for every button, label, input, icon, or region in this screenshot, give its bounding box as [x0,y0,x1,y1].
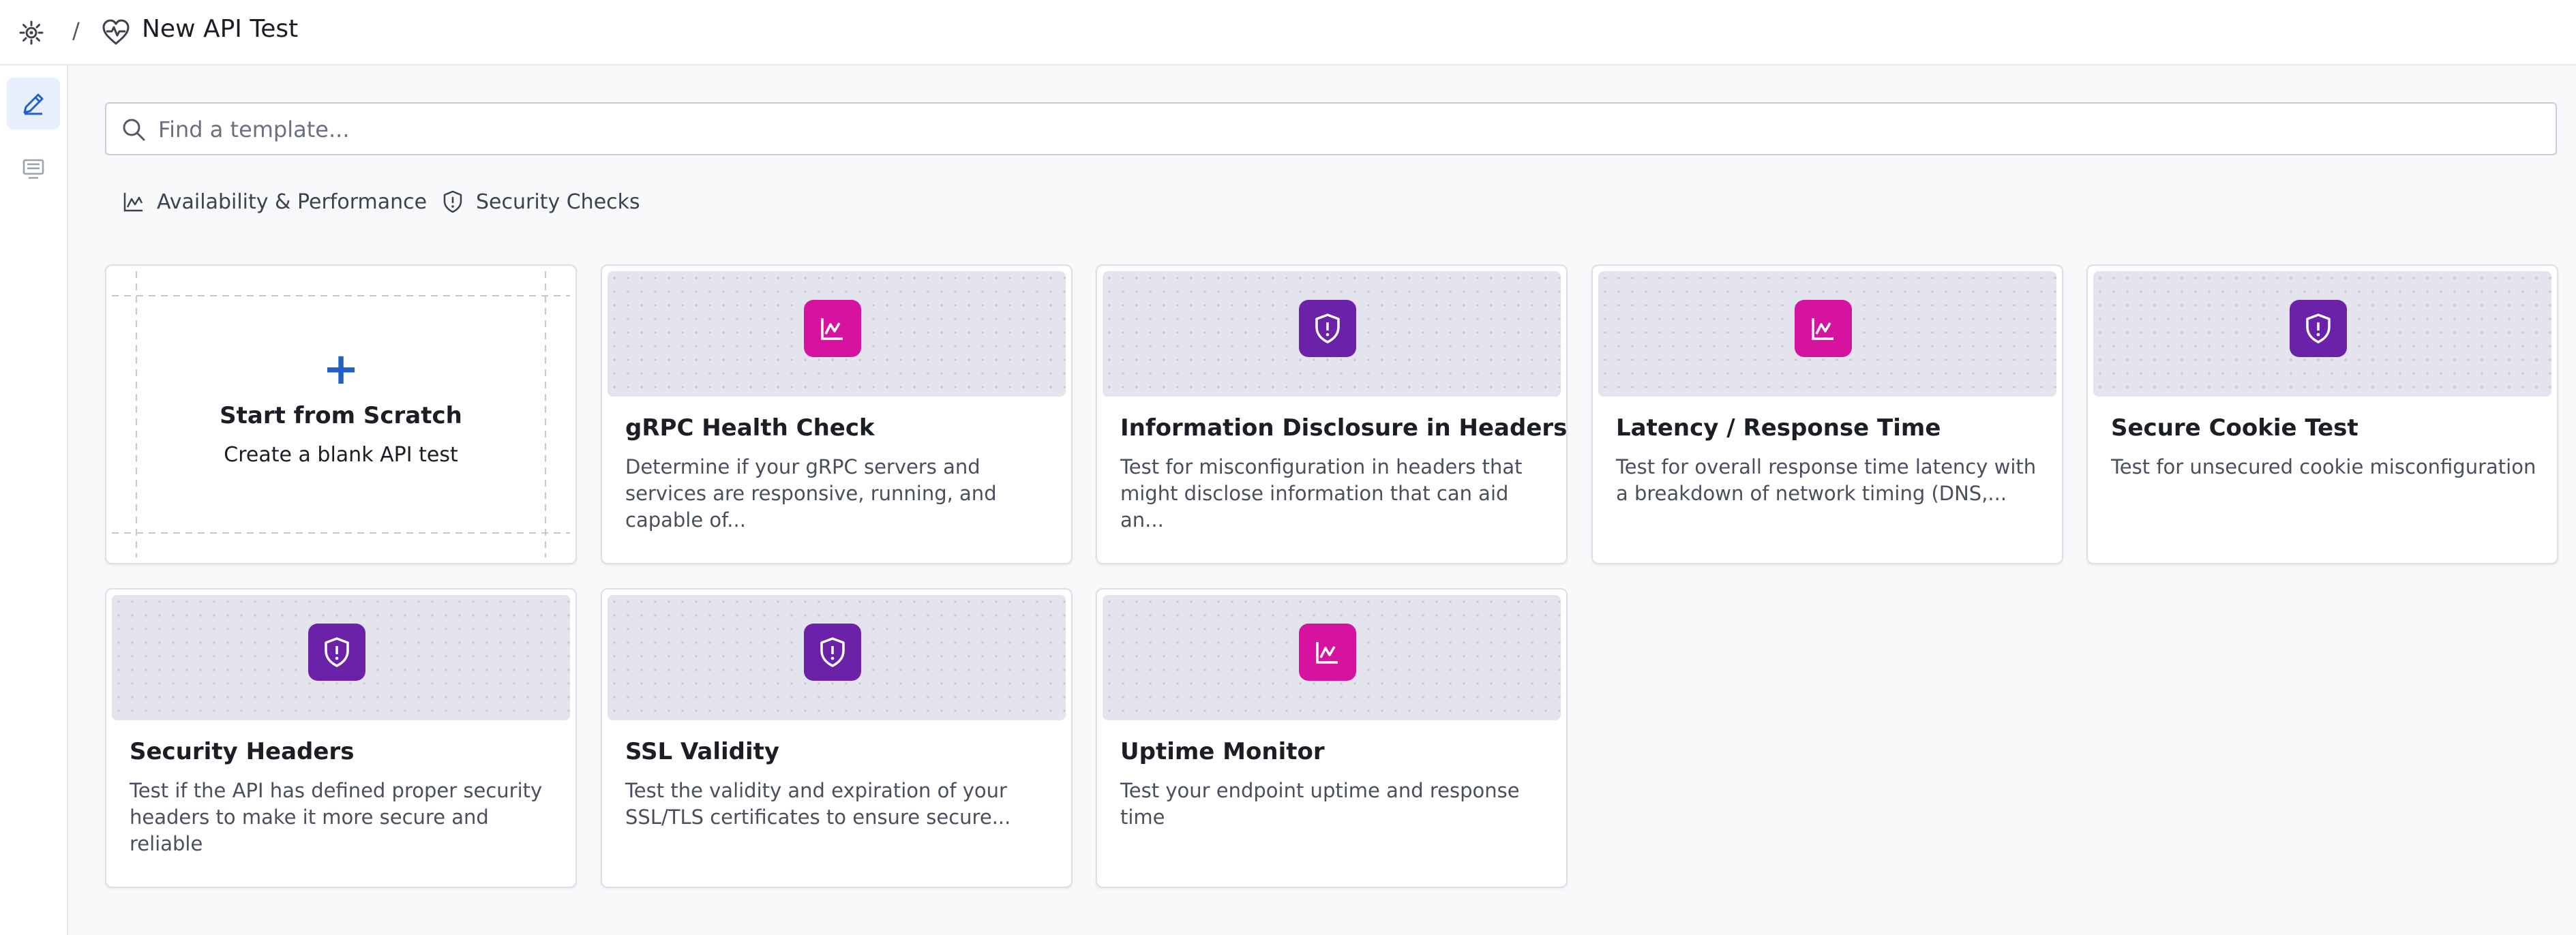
card-title: Information Disclosure in Headers [1120,414,1568,442]
left-nav [0,65,68,935]
top-bar: / New API Test [0,0,2576,65]
card-description: Test for misconfiguration in headers tha… [1120,455,1523,532]
card-description: Test if the API has defined proper secur… [130,779,543,855]
card-description: Test for unsecured cookie misconfigurati… [2111,455,2536,478]
start-from-scratch-card[interactable]: + Start from Scratch Create a blank API … [105,264,577,564]
card-title: SSL Validity [625,738,780,765]
scratch-title: Start from Scratch [220,402,462,429]
filter-label: Security Checks [476,189,640,214]
template-search [105,102,2557,155]
card-title: Uptime Monitor [1120,738,1325,765]
chart-icon [123,193,143,212]
pencil-icon [23,93,44,115]
heartbeat-icon [102,19,130,45]
chart-icon [1316,642,1338,664]
page-title: New API Test [142,15,299,43]
search-input[interactable] [158,110,2538,149]
security-badge [308,624,365,681]
performance-badge [1299,624,1356,681]
card-title: gRPC Health Check [625,414,875,442]
breadcrumb-separator: / [72,18,80,44]
card-description: Determine if your gRPC servers and servi… [625,455,997,532]
filter-security-checks[interactable]: Security Checks [442,185,640,218]
card-title: Secure Cookie Test [2111,414,2358,442]
card-description: Test for overall response time latency w… [1616,455,2037,505]
app-logo-icon[interactable] [18,19,45,46]
security-badge [804,624,861,681]
template-card-ssl-validity[interactable]: SSL Validity Test the validity and expir… [601,588,1073,888]
plus-icon: + [323,344,359,395]
edit-nav-button[interactable] [7,78,60,129]
list-nav-button[interactable] [7,143,60,195]
template-card-grpc-health-check[interactable]: gRPC Health Check Determine if your gRPC… [601,264,1073,564]
chart-icon [1812,318,1833,340]
chart-icon [821,318,843,340]
shield-icon [325,637,349,667]
card-title: Security Headers [130,738,355,765]
shield-icon [2306,313,2331,343]
template-card-security-headers[interactable]: Security Headers Test if the API has def… [105,588,577,888]
security-badge [1299,300,1356,357]
filter-availability-performance[interactable]: Availability & Performance [123,185,427,218]
scratch-description: Create a blank API test [224,443,458,467]
card-title: Latency / Response Time [1616,414,1941,442]
shield-icon [1315,313,1340,343]
security-badge [2290,300,2347,357]
template-card-information-disclosure[interactable]: Information Disclosure in Headers Test f… [1096,264,1568,564]
shield-icon [820,637,845,667]
filter-label: Availability & Performance [157,189,428,214]
template-card-uptime-monitor[interactable]: Uptime Monitor Test your endpoint uptime… [1096,588,1568,888]
shield-icon [443,190,462,213]
performance-badge [804,300,861,357]
card-description: Test the validity and expiration of your… [625,779,1011,829]
performance-badge [1795,300,1852,357]
card-description: Test your endpoint uptime and response t… [1120,779,1520,829]
list-icon [23,159,44,179]
search-icon [123,119,145,141]
template-card-secure-cookie-test[interactable]: Secure Cookie Test Test for unsecured co… [2086,264,2558,564]
template-card-latency-response-time[interactable]: Latency / Response Time Test for overall… [1591,264,2063,564]
